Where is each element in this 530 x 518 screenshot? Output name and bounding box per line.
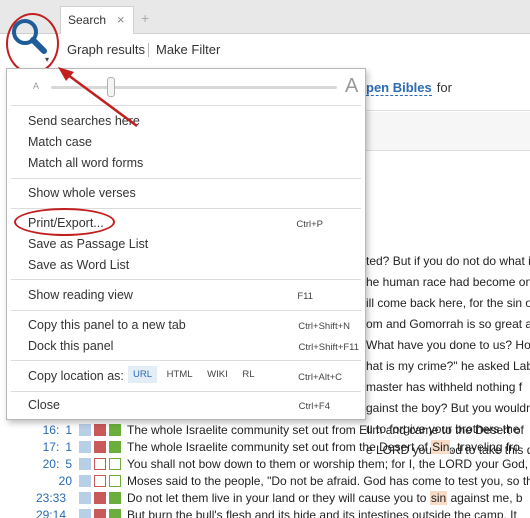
- annotation-arrow: [58, 67, 138, 128]
